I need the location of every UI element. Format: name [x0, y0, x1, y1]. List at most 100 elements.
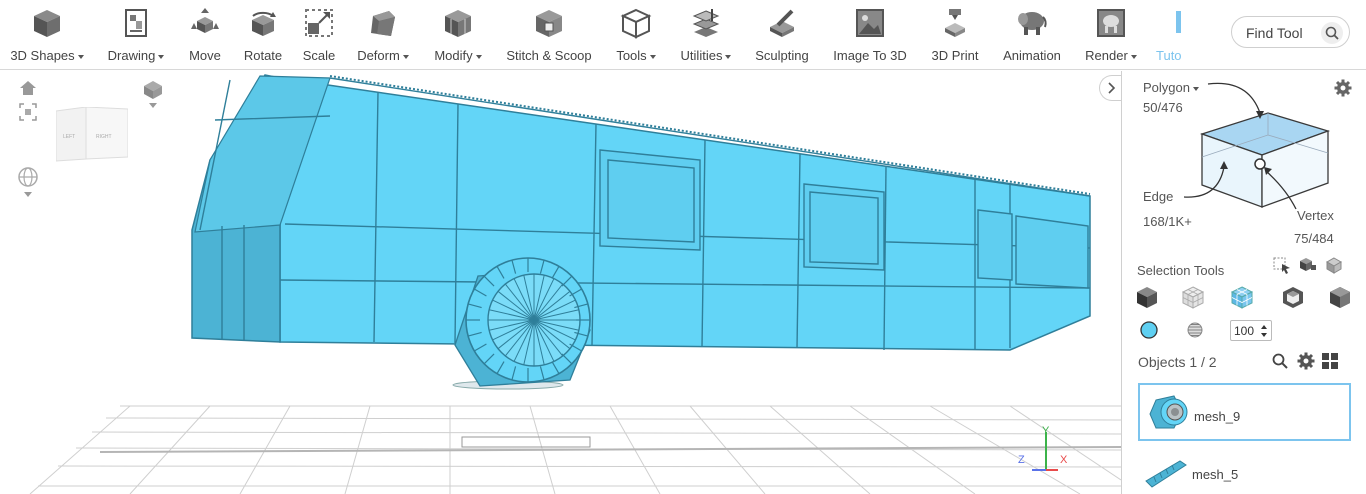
view-cube-right-label: RIGHT: [96, 134, 112, 140]
tool-label: Utilities: [680, 48, 723, 63]
tools-icon: [619, 6, 653, 40]
image-to-3d-icon: [853, 6, 887, 40]
animation-icon: [1015, 6, 1049, 40]
chevron-down-icon: [725, 54, 732, 59]
tool-label: Scale: [302, 48, 336, 63]
select-solid-icon[interactable]: [1134, 284, 1160, 310]
objects-search-icon[interactable]: [1269, 350, 1291, 372]
main-toolbar: 3D Shapes Drawing Move Rotate Scale Defo…: [0, 0, 1366, 70]
object-card-mesh-5[interactable]: mesh_5: [1138, 445, 1351, 494]
tool-label: Stitch & Scoop: [506, 48, 592, 63]
selection-color-swatch[interactable]: [1136, 317, 1162, 343]
chevron-down-icon: [475, 54, 482, 59]
search-icon[interactable]: [1321, 22, 1343, 44]
select-objects-icon[interactable]: [1297, 254, 1319, 276]
tool-rotate[interactable]: Rotate: [240, 0, 286, 70]
tool-drawing[interactable]: Drawing: [104, 0, 168, 70]
brush-size-stepper[interactable]: [1230, 320, 1272, 341]
grid-view-icon[interactable]: [1319, 350, 1341, 372]
cube-icon: [30, 6, 64, 40]
orbit-icon[interactable]: [16, 167, 40, 199]
home-icon[interactable]: [18, 79, 38, 97]
tool-label: Sculpting: [755, 48, 809, 63]
selection-tools-label: Selection Tools: [1137, 263, 1225, 278]
scale-icon: [302, 6, 336, 40]
tool-label: 3D Print: [931, 48, 979, 63]
edge-count: 168/1K+: [1143, 214, 1192, 229]
select-wireframe-icon[interactable]: [1180, 284, 1206, 310]
fit-view-icon[interactable]: [18, 103, 38, 121]
tool-deform[interactable]: Deform: [352, 0, 414, 70]
find-tool-search: [1231, 16, 1350, 48]
tool-label: Modify: [434, 48, 473, 63]
panel-collapse-button[interactable]: [1099, 75, 1121, 101]
tool-3d-shapes[interactable]: 3D Shapes: [8, 0, 86, 70]
tool-label: Drawing: [107, 48, 156, 63]
stitch-scoop-icon: [532, 6, 566, 40]
brush-size-input[interactable]: [1234, 323, 1258, 338]
chevron-down-icon: [1130, 54, 1137, 59]
axis-y-label: Y: [1042, 425, 1050, 437]
tool-label: Move: [189, 48, 221, 63]
tool-label: Tuto: [1156, 48, 1182, 63]
chevron-down-icon: [402, 54, 409, 59]
vertex-count: 75/484: [1294, 231, 1334, 246]
tool-label: Rotate: [243, 48, 283, 63]
tool-label: Deform: [357, 48, 400, 63]
tool-animation[interactable]: Animation: [998, 0, 1066, 70]
axis-z-label: Z: [1018, 454, 1025, 466]
selection-mode-diagram[interactable]: [1178, 79, 1338, 219]
stepper-arrows-icon[interactable]: [1260, 324, 1268, 338]
select-half-icon[interactable]: [1327, 284, 1353, 310]
tool-move[interactable]: Move: [184, 0, 226, 70]
utilities-icon: [689, 6, 723, 40]
tool-label: Animation: [1003, 48, 1061, 63]
3d-viewport[interactable]: Y X Z LEFT RIGHT: [0, 71, 1121, 494]
polygon-count: 50/476: [1143, 100, 1183, 115]
render-icon: [1094, 6, 1128, 40]
brush-sphere-icon[interactable]: [1182, 317, 1208, 343]
tool-sculpting[interactable]: Sculpting: [752, 0, 812, 70]
vertex-label: Vertex: [1297, 208, 1334, 223]
right-panel: Polygon 50/476 Edge 168/1K+ Vertex 75/48…: [1121, 71, 1366, 494]
tool-render[interactable]: Render: [1082, 0, 1140, 70]
tool-image-to-3d[interactable]: Image To 3D: [830, 0, 910, 70]
select-faces-icon[interactable]: [1229, 284, 1255, 310]
object-name: mesh_5: [1192, 467, 1239, 482]
mesh-thumbnail: [1145, 460, 1187, 488]
move-icon: [188, 6, 222, 40]
tool-label: Tools: [616, 48, 647, 63]
view-cube[interactable]: LEFT RIGHT: [55, 106, 129, 163]
3d-print-icon: [938, 6, 972, 40]
find-tool-input[interactable]: [1246, 23, 1322, 43]
objects-settings-icon[interactable]: [1295, 350, 1317, 372]
select-all-icon[interactable]: [1323, 254, 1345, 276]
chevron-down-icon: [158, 54, 165, 59]
objects-count: Objects 1 / 2: [1138, 354, 1217, 370]
tool-label: Render: [1085, 48, 1128, 63]
mesh-thumbnail: [1149, 395, 1188, 429]
chevron-down-icon: [77, 54, 84, 59]
grid-floor: [29, 405, 1121, 494]
object-name: mesh_9: [1194, 409, 1241, 424]
mesh-bus-body[interactable]: [191, 74, 1091, 351]
tool-label: 3D Shapes: [10, 48, 75, 63]
tool-stitch-scoop[interactable]: Stitch & Scoop: [502, 0, 596, 70]
tool-label: Image To 3D: [833, 48, 907, 63]
view-mode-icon[interactable]: [142, 79, 164, 109]
rotate-icon: [246, 6, 280, 40]
scene-canvas[interactable]: Y X Z: [0, 71, 1121, 494]
axis-x-label: X: [1060, 454, 1068, 466]
select-shell-icon[interactable]: [1280, 284, 1306, 310]
deform-icon: [366, 6, 400, 40]
tool-modify[interactable]: Modify: [428, 0, 488, 70]
tool-scale[interactable]: Scale: [298, 0, 340, 70]
object-card-mesh-9[interactable]: mesh_9: [1138, 383, 1351, 441]
tool-3d-print[interactable]: 3D Print: [927, 0, 983, 70]
view-cube-left-label: LEFT: [63, 134, 75, 140]
select-cursor-icon[interactable]: [1271, 254, 1293, 276]
tool-utilities[interactable]: Utilities: [676, 0, 736, 70]
drawing-icon: [119, 6, 153, 40]
tool-tools[interactable]: Tools: [612, 0, 660, 70]
tool-tutorials[interactable]: Tuto: [1156, 0, 1186, 70]
